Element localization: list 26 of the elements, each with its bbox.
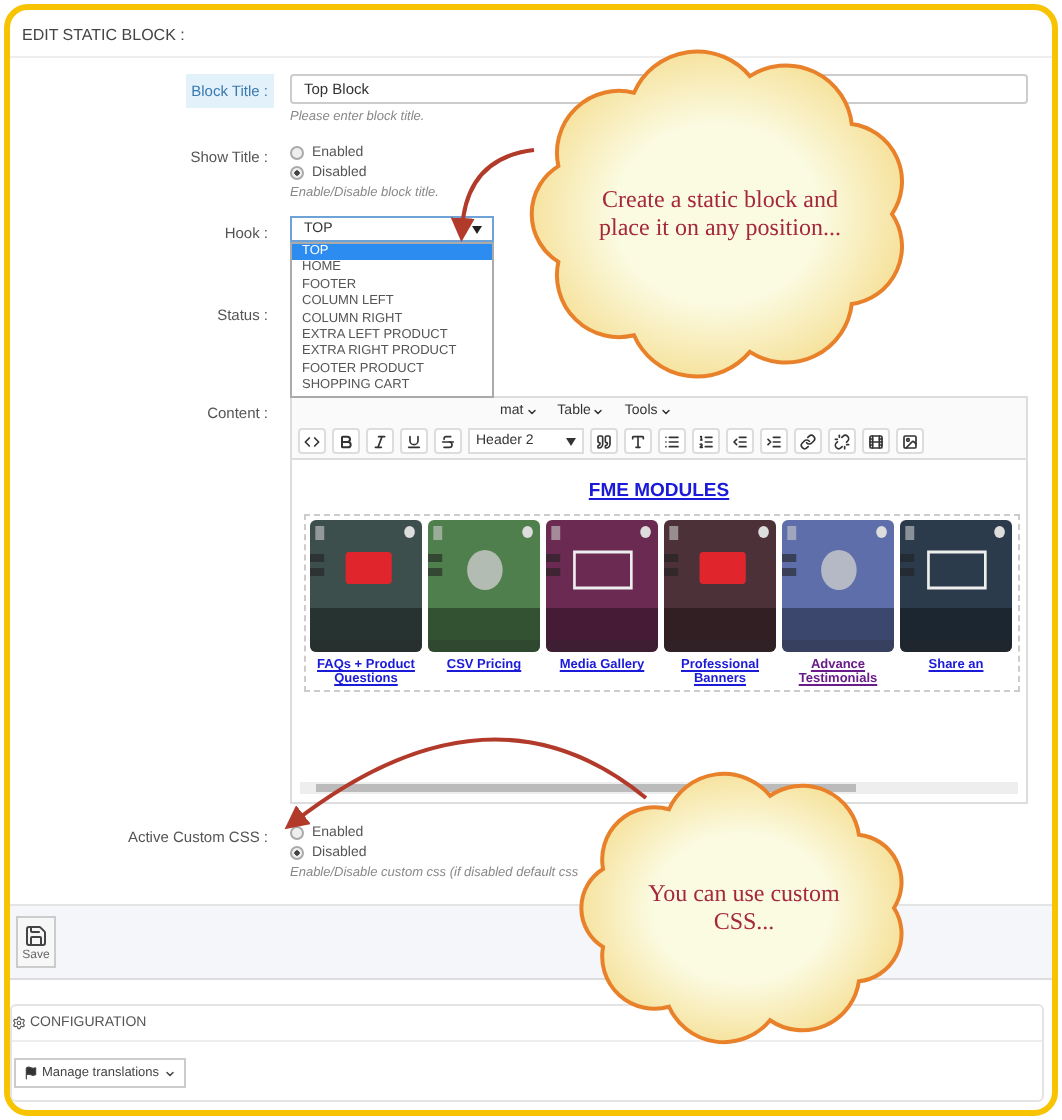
caret-icon bbox=[659, 405, 672, 417]
link-icon[interactable] bbox=[794, 428, 822, 454]
callout-text: You can use custom CSS... bbox=[646, 879, 842, 937]
content-heading[interactable]: FME MODULES bbox=[588, 480, 730, 502]
numbered-list-icon[interactable] bbox=[692, 428, 720, 454]
flag-icon bbox=[24, 1066, 38, 1080]
code-icon[interactable] bbox=[298, 428, 326, 454]
callout-text: Create a static block and place it on any position... bbox=[597, 185, 843, 243]
caret-icon bbox=[472, 225, 482, 233]
image-icon[interactable] bbox=[896, 428, 924, 454]
gear-icon bbox=[12, 1016, 26, 1030]
indent-icon[interactable] bbox=[760, 428, 788, 454]
italic-icon[interactable] bbox=[366, 428, 394, 454]
bold-icon[interactable] bbox=[332, 428, 360, 454]
film-icon[interactable] bbox=[862, 428, 890, 454]
bullet-list-icon[interactable] bbox=[658, 428, 686, 454]
strikethrough-icon[interactable] bbox=[434, 428, 462, 454]
caret-icon bbox=[592, 405, 605, 417]
caret-icon bbox=[525, 405, 538, 417]
curved-arrow bbox=[451, 148, 535, 242]
underline-icon[interactable] bbox=[400, 428, 428, 454]
outdent-icon[interactable] bbox=[726, 428, 754, 454]
quote-icon[interactable] bbox=[590, 428, 618, 454]
caret-icon bbox=[163, 1067, 176, 1079]
caret-icon bbox=[566, 437, 576, 445]
unlink-icon[interactable] bbox=[828, 428, 856, 454]
